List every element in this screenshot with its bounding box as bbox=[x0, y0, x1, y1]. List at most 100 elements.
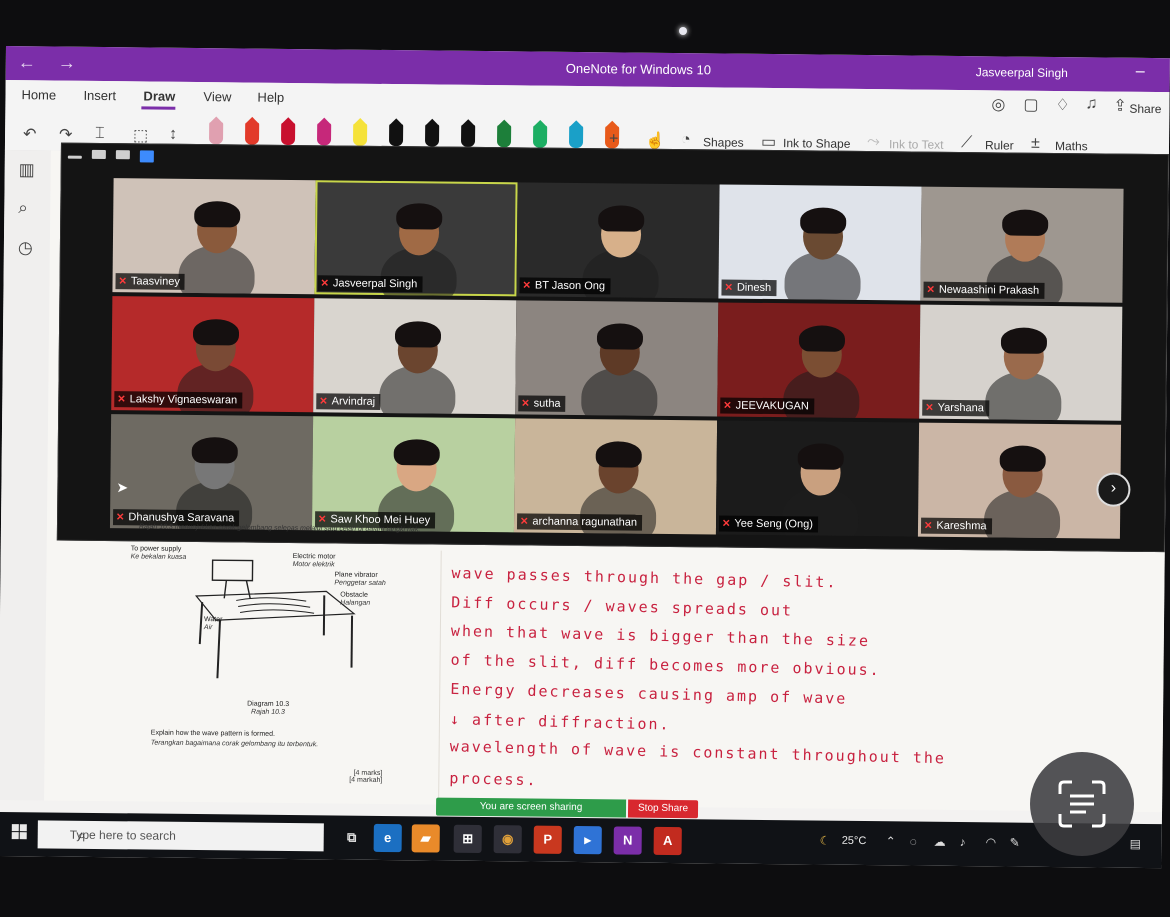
participant-video-tile[interactable]: ✕ Dhanushya Saravana bbox=[109, 414, 314, 531]
action-center-icon[interactable]: ▤ bbox=[1130, 837, 1141, 851]
participant-video-tile[interactable]: ✕ Yarshana bbox=[919, 304, 1123, 421]
maths-icon[interactable]: ± bbox=[1031, 135, 1040, 153]
minimize-button[interactable]: – bbox=[1136, 63, 1145, 81]
participant-video-tile[interactable]: ✕ archanna ragunathan bbox=[513, 418, 718, 535]
diagram-caption: Diagram 10.3 bbox=[247, 700, 290, 709]
handwritten-notes[interactable]: wave passes through the gap / slit. Diff … bbox=[438, 550, 1002, 817]
tray-app-icon[interactable]: ◌ bbox=[910, 835, 917, 849]
ink-to-text-icon[interactable]: ⤳ bbox=[867, 133, 880, 151]
add-pen-icon[interactable]: + bbox=[609, 130, 619, 148]
maths-button[interactable]: Maths bbox=[1055, 139, 1088, 153]
ruler-icon[interactable]: ⟋ bbox=[961, 134, 972, 152]
mouse-cursor-icon: ➤ bbox=[116, 479, 129, 496]
notification-bell-icon[interactable]: ♫ bbox=[1085, 95, 1097, 113]
zoom-gallery-window: ✕ Taasviney ✕ Jasveerpal Singh ✕ BT Jason Ong… bbox=[56, 142, 1169, 553]
weather-temperature[interactable]: 25°C bbox=[842, 835, 867, 847]
pen-workspace-icon[interactable]: ✎ bbox=[1010, 836, 1020, 850]
participant-video-tile[interactable]: ✕ Kareshma bbox=[917, 422, 1122, 539]
handwritten-line: ↓ after diffraction. bbox=[449, 710, 671, 734]
participant-name: sutha bbox=[533, 397, 561, 410]
forward-icon[interactable]: → bbox=[58, 53, 76, 74]
participant-nameplate: ✕ Newaashini Prakash bbox=[923, 281, 1045, 299]
chrome-icon[interactable]: ◉ bbox=[493, 825, 522, 854]
volume-icon[interactable]: ♪ bbox=[960, 835, 966, 849]
muted-mic-icon: ✕ bbox=[116, 511, 125, 523]
participant-video-tile[interactable]: ✕ Lakshy Vignaeswaran bbox=[111, 296, 315, 413]
store-icon[interactable]: ⊞ bbox=[453, 824, 482, 854]
participant-nameplate: ✕ Jasveerpal Singh bbox=[317, 275, 423, 293]
participant-video-tile[interactable]: ✕ Newaashini Prakash bbox=[920, 186, 1124, 303]
tray-chevron-up-icon[interactable]: ⌃ bbox=[886, 834, 896, 848]
onedrive-cloud-icon[interactable]: ☁ bbox=[934, 835, 946, 849]
active-tab-indicator bbox=[141, 106, 176, 110]
shapes-icon[interactable]: ◔ bbox=[681, 131, 691, 149]
participant-name: Arvindraj bbox=[331, 395, 376, 408]
participant-hair bbox=[800, 207, 847, 234]
participant-nameplate: ✕ sutha bbox=[518, 395, 566, 412]
tab-draw[interactable]: Draw bbox=[143, 88, 175, 103]
sticky-notes-icon[interactable]: ◎ bbox=[991, 94, 1005, 114]
participant-name: JEEVAKUGAN bbox=[735, 399, 809, 413]
ink-to-shape-button[interactable]: Ink to Shape bbox=[783, 136, 851, 151]
participant-video-tile[interactable]: ✕ JEEVAKUGAN bbox=[717, 302, 921, 419]
participant-name: Yee Seng (Ong) bbox=[734, 517, 813, 531]
tab-home[interactable]: Home bbox=[21, 87, 56, 102]
muted-mic-icon: ✕ bbox=[723, 400, 732, 412]
weather-moon-icon[interactable]: ☾ bbox=[820, 834, 831, 848]
ripple-tank-drawing bbox=[195, 559, 356, 679]
recent-clock-icon[interactable]: ◷ bbox=[18, 238, 33, 258]
powerpoint-icon[interactable]: P bbox=[533, 825, 562, 854]
ink-to-text-button[interactable]: Ink to Text bbox=[889, 137, 944, 152]
task-view-icon[interactable]: ⧉ bbox=[338, 824, 366, 852]
back-icon[interactable]: ← bbox=[18, 52, 36, 73]
zoom-app-icon[interactable]: ▸ bbox=[573, 825, 602, 855]
speaker-view-icon[interactable] bbox=[91, 149, 106, 160]
type-select-icon[interactable]: ⌶ bbox=[95, 125, 105, 143]
participant-hair bbox=[595, 441, 642, 468]
gallery-view-icon[interactable] bbox=[139, 150, 154, 163]
undo-icon[interactable]: ↶ bbox=[23, 124, 37, 144]
onenote-icon[interactable]: N bbox=[613, 826, 642, 855]
muted-mic-icon: ✕ bbox=[925, 402, 934, 414]
notebooks-icon[interactable]: ▥ bbox=[19, 160, 35, 180]
next-gallery-page-button[interactable]: › bbox=[1096, 472, 1131, 507]
tips-icon[interactable]: ♢ bbox=[1055, 95, 1070, 115]
handwritten-line: of the slit, diff becomes more obvious. bbox=[450, 650, 881, 680]
scan-text-button[interactable] bbox=[1030, 752, 1134, 856]
label-power-supply: To power supply bbox=[130, 545, 182, 553]
handwritten-line: Energy decreases causing amp of wave bbox=[450, 679, 848, 708]
edge-icon[interactable]: e bbox=[373, 823, 402, 853]
participant-video-tile[interactable]: ✕ sutha bbox=[515, 300, 719, 417]
stop-share-button[interactable]: Stop Share bbox=[627, 799, 699, 819]
tab-insert[interactable]: Insert bbox=[83, 88, 116, 103]
participant-hair bbox=[394, 321, 442, 348]
app-title: OneNote for Windows 10 bbox=[565, 60, 712, 78]
share-icon[interactable]: ⇪ bbox=[1113, 96, 1127, 116]
muted-mic-icon: ✕ bbox=[724, 282, 733, 294]
tab-view[interactable]: View bbox=[203, 89, 231, 104]
file-explorer-icon[interactable]: ▰ bbox=[411, 824, 440, 853]
tab-help[interactable]: Help bbox=[257, 90, 284, 105]
account-name[interactable]: Jasveerpal Singh bbox=[976, 65, 1068, 80]
ruler-button[interactable]: Ruler bbox=[985, 138, 1014, 152]
participant-video-tile[interactable]: ✕ Dinesh bbox=[718, 184, 922, 301]
shapes-button[interactable]: Shapes bbox=[703, 135, 744, 149]
participant-video-tile[interactable]: ✕ Arvindraj bbox=[313, 298, 517, 415]
participant-name: Saw Khoo Mei Huey bbox=[330, 513, 431, 527]
search-icon[interactable]: ⌕ bbox=[18, 198, 28, 218]
taskbar-search-box[interactable]: ⌕ Type here to search bbox=[37, 820, 324, 852]
participant-video-tile[interactable]: ✕ Yee Seng (Ong) bbox=[715, 420, 920, 537]
windows-start-icon[interactable] bbox=[11, 824, 28, 840]
share-button[interactable]: Share bbox=[1129, 102, 1161, 116]
participant-video-tile[interactable]: ✕ Taasviney bbox=[112, 178, 316, 295]
notebook-icon[interactable]: ▢ bbox=[1023, 95, 1038, 115]
strip-view-icon[interactable] bbox=[115, 150, 130, 160]
add-space-icon[interactable]: ↕ bbox=[169, 126, 177, 144]
participant-nameplate: ✕ Yarshana bbox=[922, 399, 990, 417]
participant-video-tile[interactable]: ✕ BT Jason Ong bbox=[516, 182, 720, 299]
minimize-view-icon[interactable] bbox=[67, 155, 82, 159]
participant-video-tile[interactable]: ✕ Jasveerpal Singh bbox=[314, 180, 518, 297]
participant-video-tile[interactable]: ✕ Saw Khoo Mei Huey bbox=[311, 416, 516, 533]
acrobat-icon[interactable]: A bbox=[653, 826, 682, 856]
wifi-icon[interactable]: ◠ bbox=[986, 835, 997, 849]
